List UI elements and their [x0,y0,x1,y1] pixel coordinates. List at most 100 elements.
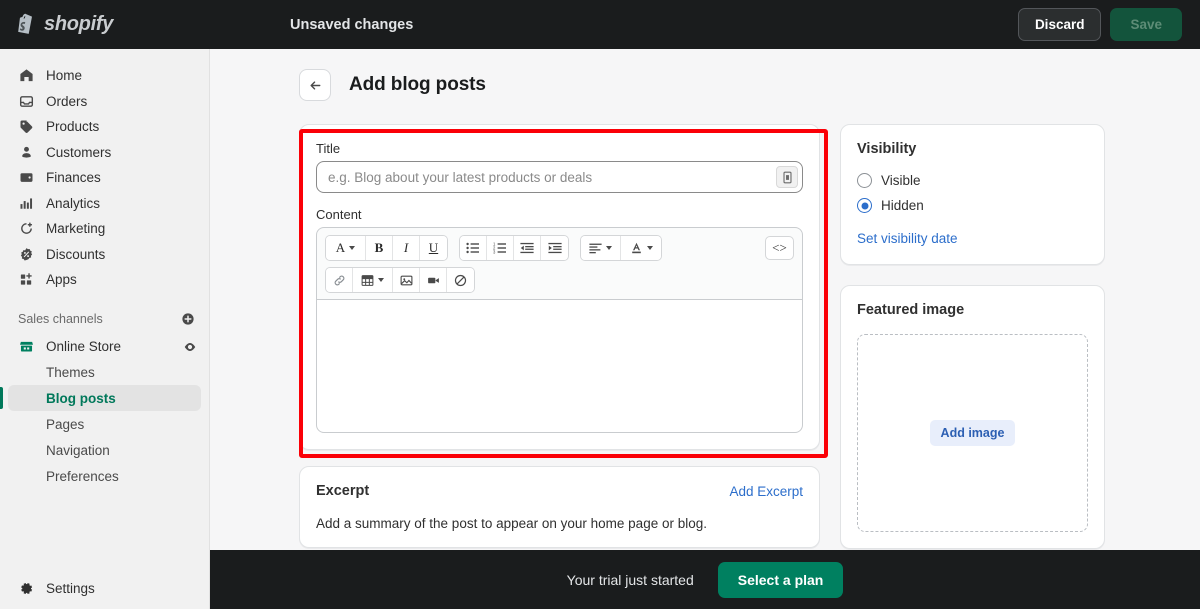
sidebar-item-products[interactable]: Products [8,114,201,139]
sidebar-item-label: Analytics [46,195,101,211]
page-title: Add blog posts [349,74,486,95]
visibility-option-hidden[interactable]: Hidden [857,198,1088,213]
format-style-dropdown[interactable]: A [326,236,366,260]
italic-button[interactable]: I [393,236,420,260]
sidebar-item-pages[interactable]: Pages [8,411,201,437]
shopify-bag-logo-icon [14,13,36,37]
sidebar-item-label: Preferences [46,468,119,484]
indent-button[interactable] [541,236,568,260]
chevron-down-icon [646,246,653,250]
sidebar-item-navigation[interactable]: Navigation [8,437,201,463]
featured-image-title: Featured image [857,302,965,318]
radio-visible[interactable] [857,173,872,188]
insert-table-dropdown[interactable] [353,268,393,292]
customers-person-icon [18,144,35,161]
sidebar-item-label: Home [46,68,83,83]
title-input-wrap [316,161,803,193]
unsaved-changes-status: Unsaved changes [290,16,414,33]
shopify-brand[interactable]: shopify [0,13,210,37]
radio-hidden[interactable] [857,198,872,213]
sidebar-item-label: Discounts [46,246,106,262]
products-tag-icon [18,118,35,135]
sidebar-item-label: Customers [46,144,112,160]
text-format-group: A B I U [325,235,448,261]
trial-status-text: Your trial just started [566,571,694,588]
clear-formatting-button[interactable] [447,268,474,292]
active-indicator [0,387,3,409]
bulleted-list-button[interactable] [460,236,487,260]
excerpt-card: Excerpt Add Excerpt Add a summary of the… [299,466,820,548]
sidebar-item-blog-posts[interactable]: Blog posts [0,385,201,411]
italic-glyph: I [403,240,409,255]
insert-image-button[interactable] [393,268,420,292]
marketing-megaphone-icon [18,220,35,237]
eye-icon[interactable] [183,340,201,354]
set-visibility-date-link[interactable]: Set visibility date [857,231,958,246]
title-input[interactable] [316,161,803,193]
list-indent-group: 123 [459,235,569,261]
shopify-admin-window: shopify Unsaved changes Discard Save Hom… [0,0,1200,609]
underline-button[interactable]: U [420,236,447,260]
sidebar-item-customers[interactable]: Customers [8,140,201,165]
home-icon [18,67,35,84]
svg-text:3: 3 [493,250,496,254]
bold-button[interactable]: B [366,236,393,260]
image-icon [400,275,412,285]
sidebar-item-preferences[interactable]: Preferences [8,463,201,489]
left-column: Title Content [299,124,820,549]
add-excerpt-link[interactable]: Add Excerpt [729,484,803,499]
save-button[interactable]: Save [1110,8,1182,41]
sidebar: Home Orders Products Customers Finances … [0,49,210,609]
select-a-plan-button[interactable]: Select a plan [717,561,844,598]
insert-link-button[interactable] [326,268,353,292]
top-bar: shopify Unsaved changes Discard Save [0,0,1200,49]
content-columns: Title Content [210,101,1200,549]
back-button[interactable] [299,69,331,101]
toolbar-row-1: A B I U 1 2 3 <> [325,235,794,261]
table-icon [361,274,374,286]
numbered-list-button[interactable]: 123 [487,236,514,260]
add-image-button[interactable]: Add image [929,420,1016,446]
sidebar-item-label: Blog posts [46,390,116,406]
text-color-dropdown[interactable] [621,236,661,260]
text-color-icon [631,242,641,254]
sidebar-item-analytics[interactable]: Analytics [8,191,201,216]
sidebar-item-finances[interactable]: Finances [8,165,201,190]
visibility-option-visible[interactable]: Visible [857,173,1088,188]
outdent-icon [520,242,534,254]
chevron-down-icon [378,278,384,282]
sidebar-item-online-store[interactable]: Online Store [8,334,201,359]
visibility-card: Visibility Visible Hidden Set visibility… [840,124,1105,265]
align-dropdown[interactable] [581,236,621,260]
sidebar-item-settings[interactable]: Settings [0,580,210,597]
underline-glyph: U [428,240,439,255]
sidebar-item-label: Marketing [46,221,106,236]
right-column: Visibility Visible Hidden Set visibility… [840,124,1105,549]
content-field-label: Content [316,207,362,222]
sidebar-item-label: Products [46,119,100,134]
link-icon [334,275,344,285]
visibility-title: Visibility [857,141,917,157]
featured-image-card: Featured image Add image [840,285,1105,549]
code-view-glyph: <> [772,240,787,255]
code-view-button[interactable]: <> [765,236,794,260]
sidebar-item-orders[interactable]: Orders [8,89,201,114]
sidebar-item-home[interactable]: Home [8,63,201,88]
editor-toolbar: A B I U 1 2 3 <> [316,227,803,299]
sidebar-item-themes[interactable]: Themes [8,359,201,385]
post-editor-card: Title Content [299,124,820,450]
content-textarea[interactable] [316,299,803,433]
expand-field-icon[interactable] [776,166,798,188]
add-sales-channel-button[interactable] [181,312,195,326]
sidebar-item-apps[interactable]: Apps [8,267,201,292]
sidebar-item-marketing[interactable]: Marketing [8,216,201,241]
sidebar-item-discounts[interactable]: Discounts [8,242,201,267]
featured-image-dropzone[interactable]: Add image [857,334,1088,532]
outdent-button[interactable] [514,236,541,260]
sidebar-item-label: Navigation [46,442,110,458]
sidebar-item-label: Online Store [46,339,122,354]
gear-icon [18,580,35,597]
sidebar-item-label: Apps [46,272,77,287]
insert-video-button[interactable] [420,268,447,292]
discard-button[interactable]: Discard [1017,8,1102,41]
